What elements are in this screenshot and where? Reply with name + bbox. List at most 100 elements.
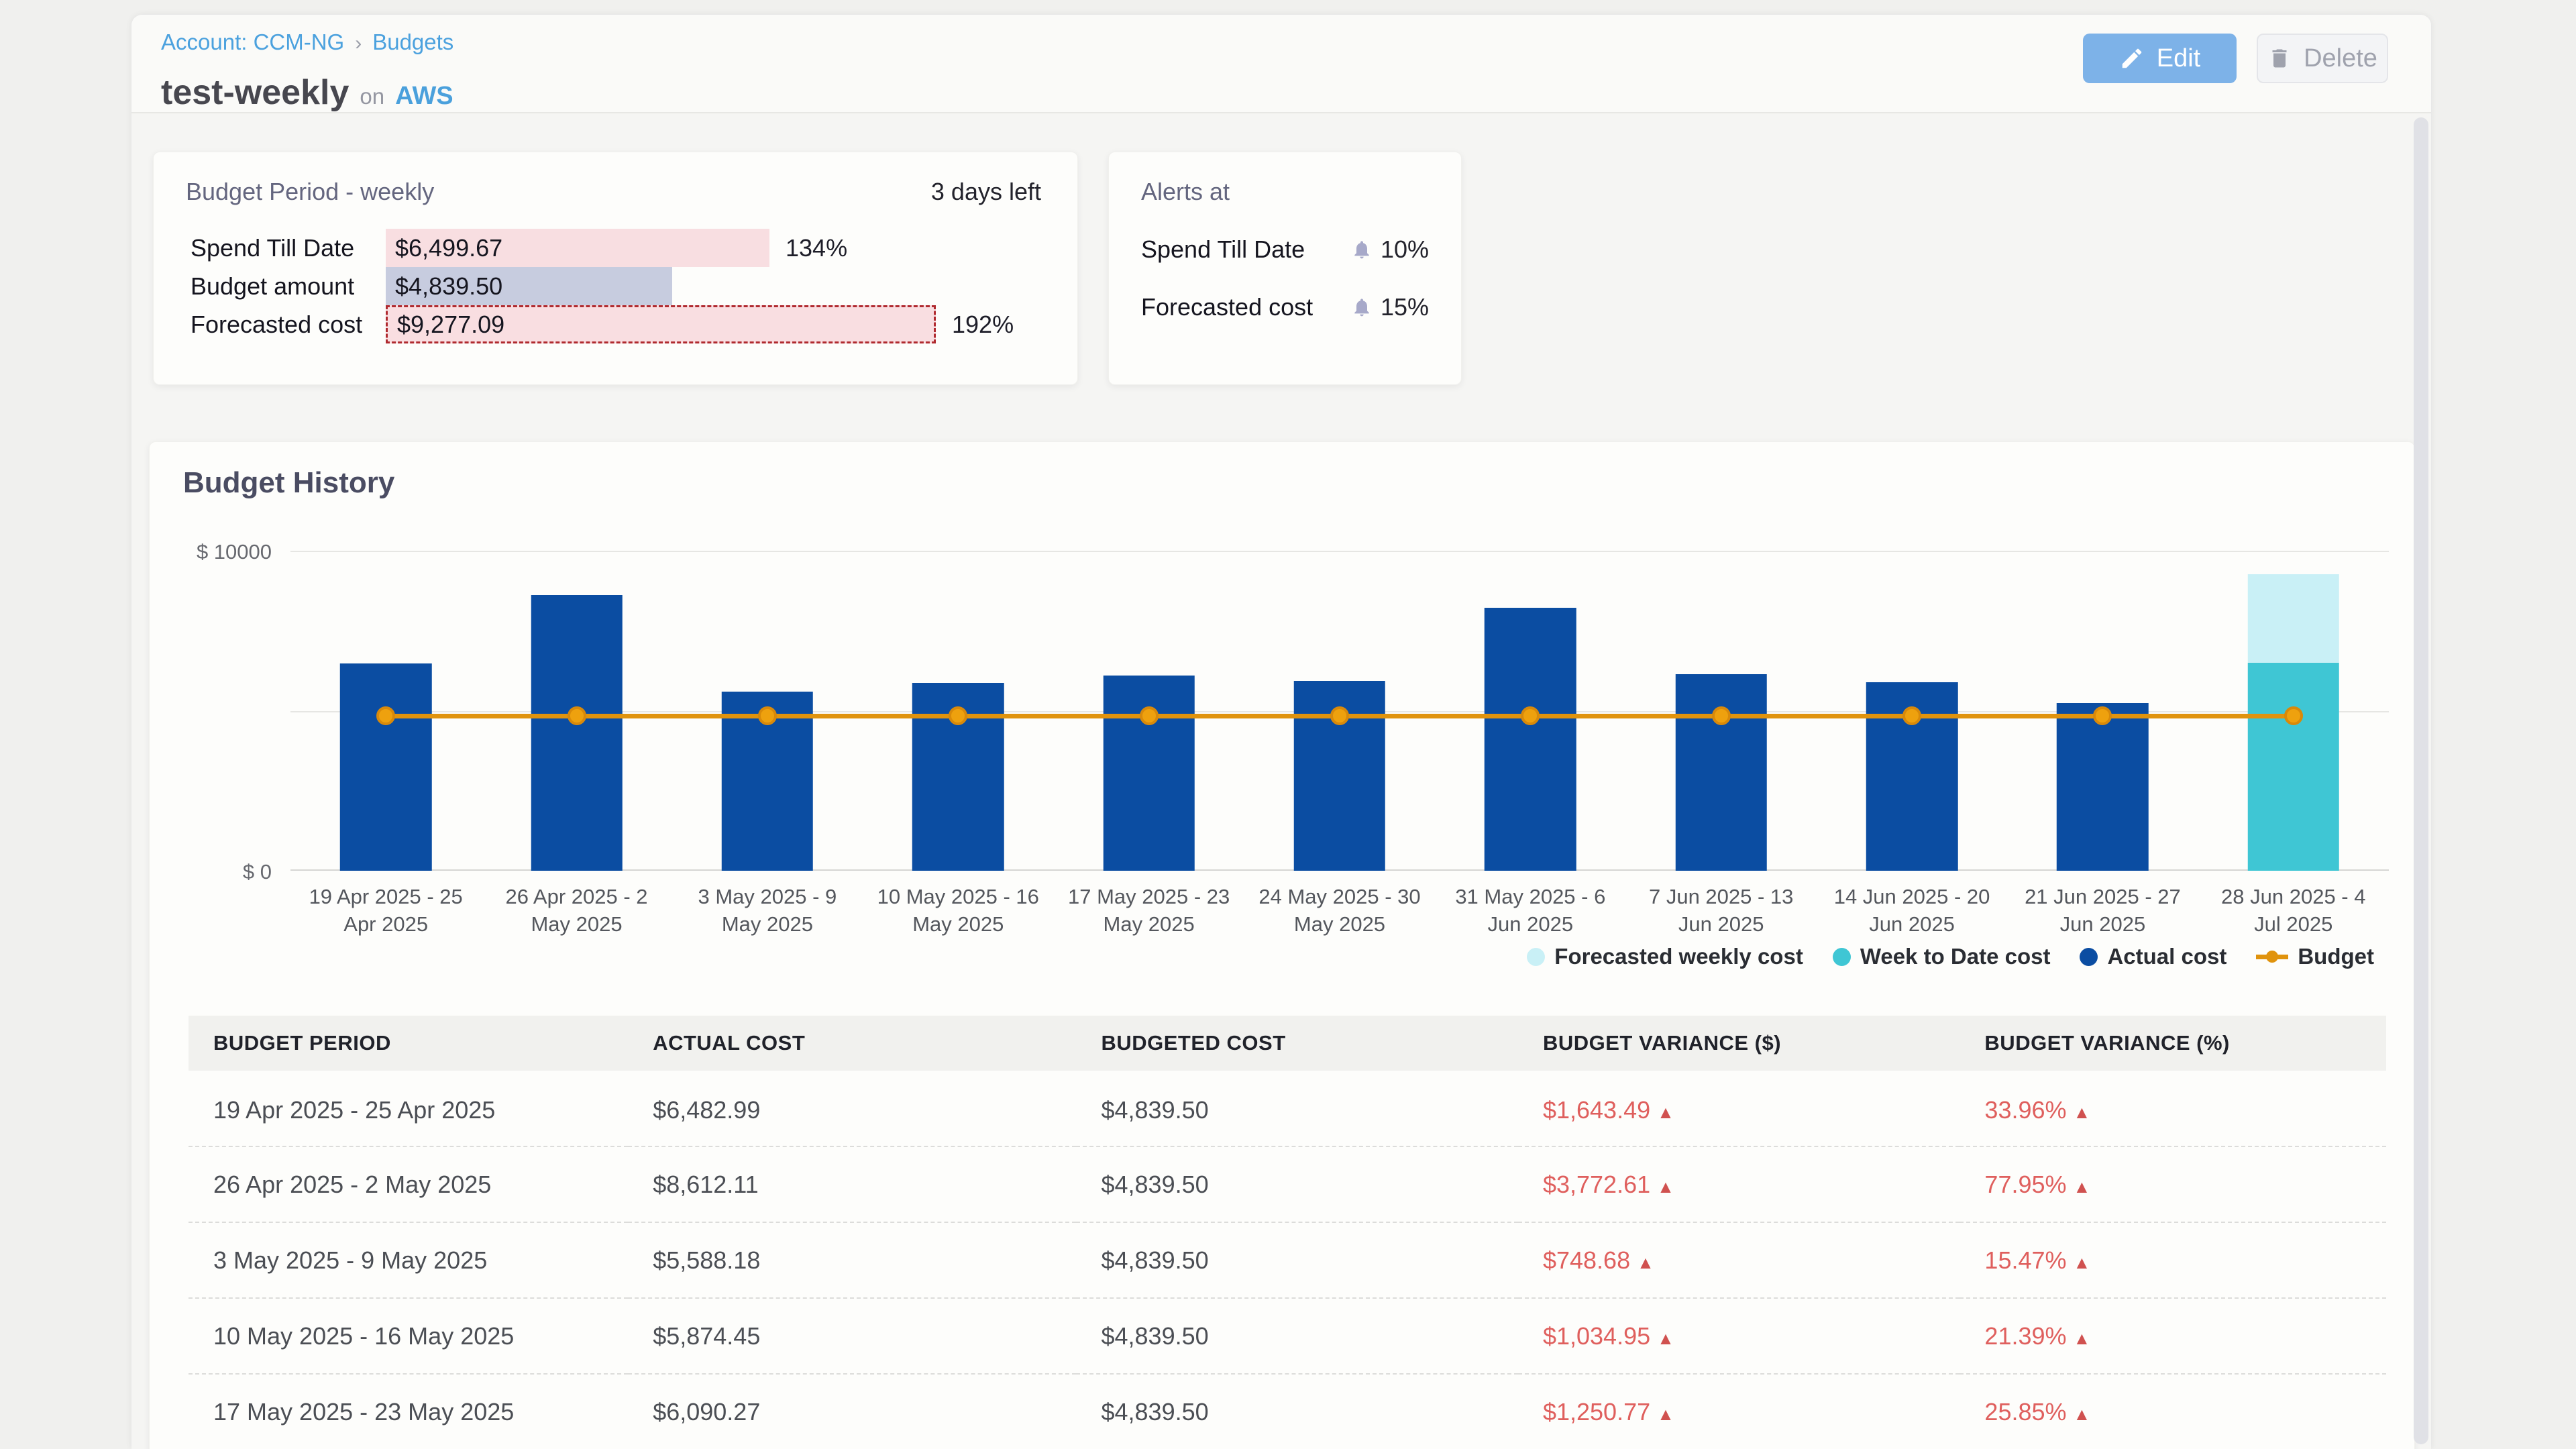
actual-cost-bar[interactable]	[2057, 703, 2148, 871]
cell-variance-pct: 21.39%▲	[1960, 1298, 2386, 1374]
cell-budgeted-cost: $4,839.50	[1076, 1298, 1517, 1374]
actual-cost-bar[interactable]	[531, 595, 622, 871]
budget-period-row-percent: 192%	[952, 305, 1014, 343]
budget-point-marker[interactable]	[2093, 706, 2112, 725]
spend-bar: $6,499.67	[386, 229, 769, 267]
cell-variance-pct: 25.85%▲	[1960, 1374, 2386, 1449]
actual-cost-bar[interactable]	[340, 663, 431, 871]
breadcrumb-separator: ›	[355, 32, 362, 54]
breadcrumb-account-link[interactable]: Account: CCM-NG	[161, 30, 344, 54]
budget-point-marker[interactable]	[1330, 706, 1349, 725]
budget-point-marker[interactable]	[568, 706, 586, 725]
bell-icon	[1351, 297, 1373, 318]
actual-cost-bar[interactable]	[1485, 608, 1576, 871]
table-row: 26 Apr 2025 - 2 May 2025$8,612.11$4,839.…	[189, 1146, 2386, 1222]
budget-period-card: Budget Period - weekly 3 days left Spend…	[153, 152, 1078, 385]
budget-history-card: Budget History $ 10000 $ 0 19 Apr 2025 -…	[149, 441, 2415, 1449]
delete-button[interactable]: Delete	[2257, 34, 2388, 83]
table-row: 3 May 2025 - 9 May 2025$5,588.18$4,839.5…	[189, 1222, 2386, 1298]
cell-actual-cost: $5,588.18	[628, 1222, 1076, 1298]
cell-budgeted-cost: $4,839.50	[1076, 1071, 1517, 1146]
cell-budget-period: 10 May 2025 - 16 May 2025	[189, 1298, 628, 1374]
variance-up-icon: ▲	[2074, 1252, 2091, 1273]
pencil-icon	[2119, 46, 2145, 71]
cell-variance-usd: $1,250.77▲	[1518, 1374, 1960, 1449]
legend-item-fc[interactable]: Forecasted weekly cost	[1527, 944, 1803, 969]
budget-point-marker[interactable]	[1712, 706, 1731, 725]
col-budget-variance-pct: BUDGET VARIANCE (%)	[1960, 1016, 2386, 1071]
budget-point-marker[interactable]	[1140, 706, 1159, 725]
alert-rows: Spend Till Date10%Forecasted cost15%	[1141, 235, 1429, 321]
cell-variance-pct: 15.47%▲	[1960, 1222, 2386, 1298]
table-header-row: BUDGET PERIOD ACTUAL COST BUDGETED COST …	[189, 1016, 2386, 1071]
cell-budgeted-cost: $4,839.50	[1076, 1222, 1517, 1298]
x-axis-label: 3 May 2025 - 9 May 2025	[672, 883, 863, 938]
legend-label: Forecasted weekly cost	[1554, 944, 1803, 969]
legend-item-budget[interactable]: Budget	[2256, 944, 2374, 969]
alert-row: Spend Till Date 10%	[1141, 235, 1429, 264]
budget-period-row: Budget amount$4,839.50	[191, 267, 1057, 305]
chart-plot	[290, 551, 2389, 871]
budget-period-row: Forecasted cost$9,277.09 192%	[191, 305, 1057, 343]
budget-point-marker[interactable]	[949, 706, 967, 725]
cell-budgeted-cost: $4,839.50	[1076, 1374, 1517, 1449]
y-axis-label-min: $ 0	[150, 860, 272, 884]
budget-bar: $4,839.50	[386, 267, 672, 305]
chart-legend: Forecasted weekly cost Week to Date cost A…	[1527, 944, 2374, 969]
scrollbar-thumb[interactable]	[2414, 117, 2428, 1444]
trash-icon	[2267, 46, 2292, 70]
cell-actual-cost: $5,874.45	[628, 1298, 1076, 1374]
x-axis-label: 17 May 2025 - 23 May 2025	[1053, 883, 1244, 938]
legend-item-actual[interactable]: Actual cost	[2080, 944, 2226, 969]
alert-row-label: Spend Till Date	[1141, 235, 1305, 264]
cell-variance-usd: $1,643.49▲	[1518, 1071, 1960, 1146]
x-axis-label: 28 Jun 2025 - 4 Jul 2025	[2198, 883, 2389, 938]
platform-label: AWS	[395, 82, 453, 111]
variance-up-icon: ▲	[2074, 1404, 2091, 1424]
cell-variance-pct: 77.95%▲	[1960, 1146, 2386, 1222]
x-axis-label: 14 Jun 2025 - 20 Jun 2025	[1817, 883, 2007, 938]
alerts-title: Alerts at	[1141, 178, 1429, 206]
variance-up-icon: ▲	[1657, 1404, 1674, 1424]
cell-budgeted-cost: $4,839.50	[1076, 1146, 1517, 1222]
x-axis-label: 10 May 2025 - 16 May 2025	[863, 883, 1053, 938]
days-left-label: 3 days left	[931, 178, 1041, 206]
breadcrumb-budgets-link[interactable]: Budgets	[372, 30, 453, 54]
budget-period-title: Budget Period - weekly	[186, 178, 434, 206]
budget-period-row-label: Forecasted cost	[191, 305, 386, 343]
alert-threshold: 10%	[1351, 235, 1429, 264]
legend-marker-wtd	[1833, 948, 1851, 966]
bell-icon	[1351, 239, 1373, 260]
budget-period-row-percent: 134%	[786, 229, 847, 267]
x-axis-label: 24 May 2025 - 30 May 2025	[1244, 883, 1435, 938]
budget-point-marker[interactable]	[1521, 706, 1540, 725]
budget-point-marker[interactable]	[2284, 706, 2303, 725]
scrollbar-track	[2414, 117, 2428, 1444]
content-area: Budget Period - weekly 3 days left Spend…	[131, 113, 2431, 1449]
x-axis-label: 7 Jun 2025 - 13 Jun 2025	[1626, 883, 1817, 938]
budget-point-marker[interactable]	[376, 706, 395, 725]
actual-cost-bar[interactable]	[1675, 674, 1766, 871]
title-connector: on	[360, 84, 384, 109]
variance-up-icon: ▲	[2074, 1102, 2091, 1122]
forecast-bar: $9,277.09	[386, 305, 936, 343]
week-to-date-cost-bar[interactable]	[2248, 663, 2339, 871]
budget-point-marker[interactable]	[758, 706, 777, 725]
cell-variance-usd: $748.68▲	[1518, 1222, 1960, 1298]
forecasted-weekly-cost-bar[interactable]	[2248, 574, 2339, 663]
legend-item-wtd[interactable]: Week to Date cost	[1833, 944, 2051, 969]
cell-budget-period: 19 Apr 2025 - 25 Apr 2025	[189, 1071, 628, 1146]
delete-button-label: Delete	[2304, 44, 2377, 73]
legend-marker-fc	[1527, 948, 1545, 966]
budget-point-marker[interactable]	[1902, 706, 1921, 725]
actual-cost-bar[interactable]	[1103, 676, 1194, 871]
table-row: 19 Apr 2025 - 25 Apr 2025$6,482.99$4,839…	[189, 1071, 2386, 1146]
edit-button[interactable]: Edit	[2083, 34, 2237, 83]
budget-history-title: Budget History	[183, 466, 394, 500]
cell-budget-period: 3 May 2025 - 9 May 2025	[189, 1222, 628, 1298]
cell-budget-period: 17 May 2025 - 23 May 2025	[189, 1374, 628, 1449]
chart-x-labels: 19 Apr 2025 - 25 Apr 202526 Apr 2025 - 2…	[290, 883, 2389, 938]
variance-up-icon: ▲	[1657, 1102, 1674, 1122]
variance-up-icon: ▲	[2074, 1177, 2091, 1197]
variance-up-icon: ▲	[1657, 1328, 1674, 1348]
